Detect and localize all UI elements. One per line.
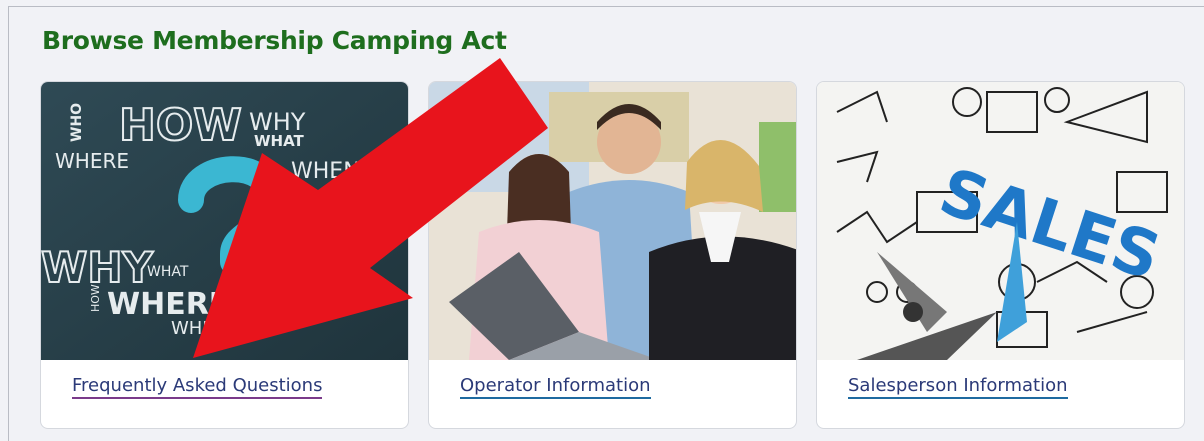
word-how: HOW bbox=[119, 100, 242, 151]
sales-card[interactable]: SALES Salesperson Information bbox=[816, 81, 1185, 429]
section-title: Browse Membership Camping Act bbox=[42, 26, 507, 55]
word-what-small: WHAT bbox=[147, 264, 189, 280]
operator-card[interactable]: Operator Information bbox=[428, 81, 797, 429]
faq-link[interactable]: Frequently Asked Questions bbox=[72, 375, 323, 399]
sales-compass-image: SALES bbox=[817, 82, 1184, 360]
word-when: WHEN bbox=[291, 159, 360, 184]
salesperson-link[interactable]: Salesperson Information bbox=[848, 375, 1068, 399]
operator-link[interactable]: Operator Information bbox=[460, 375, 651, 399]
office-meeting-image bbox=[429, 82, 796, 360]
word-who: WHO bbox=[69, 103, 85, 142]
word-what: WHAT bbox=[254, 132, 305, 150]
word-where: WHERE bbox=[55, 149, 129, 173]
question-words-image: WHO HOW WHY WHAT WHERE WHEN WHY WHAT HOW… bbox=[41, 82, 408, 360]
word-how-small: HOW bbox=[89, 284, 102, 312]
faq-card[interactable]: WHO HOW WHY WHAT WHERE WHEN WHY WHAT HOW… bbox=[40, 81, 409, 429]
word-where-large: WHERE bbox=[107, 287, 229, 322]
word-when-small: WHEN bbox=[171, 318, 227, 339]
